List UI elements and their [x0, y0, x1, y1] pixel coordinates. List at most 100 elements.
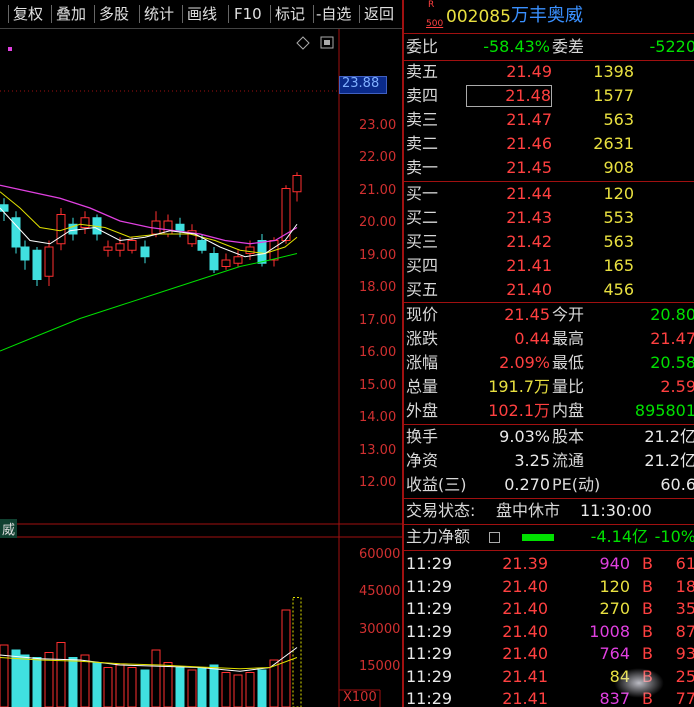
bid-level-label: 买一	[406, 184, 439, 203]
price-tick: 14.00	[359, 410, 397, 425]
ask-price[interactable]: 21.48	[466, 85, 552, 107]
tick-count: 61	[675, 554, 694, 573]
bid-price[interactable]: 21.41	[466, 256, 552, 276]
candle-body	[292, 175, 302, 193]
tick-volume: 120	[599, 576, 630, 596]
main-force-bar	[522, 534, 554, 541]
ask-volume: 563	[603, 110, 634, 129]
ask-volume: 1398	[593, 62, 634, 81]
toolbar-button-multi-stock[interactable]: 多股	[99, 3, 129, 25]
ask-price[interactable]: 21.47	[466, 110, 552, 130]
ma10-line	[0, 191, 298, 255]
quote-panel: R 500 002085 万丰奥威 委比 -58.43% 委差 -5220 卖五…	[402, 0, 694, 707]
candle-body	[80, 217, 90, 228]
quote-value: 20.58	[650, 353, 694, 372]
toolbar-separator	[228, 5, 229, 23]
tick-count: 93	[675, 644, 694, 663]
chart-toolbar: 复权 叠加 多股 统计 画线 F10 标记 -自选 返回	[0, 0, 402, 29]
volume-tick: 30000	[359, 622, 401, 637]
volume-bar	[257, 669, 267, 707]
divider	[404, 524, 694, 525]
tick-volume: 1008	[589, 621, 630, 641]
toolbar-button-statistics[interactable]: 统计	[144, 3, 174, 25]
toolbar-button-back[interactable]: 返回	[364, 3, 394, 25]
candle-body	[0, 204, 9, 212]
tick-side: B	[642, 554, 653, 573]
fundamental-value: 9.03%	[499, 427, 550, 446]
volume-bar	[115, 664, 125, 707]
bid-level-label: 买五	[406, 280, 439, 299]
candle-body	[115, 243, 125, 251]
quote-value: 895801	[634, 401, 694, 420]
divider	[404, 498, 694, 499]
ask-level-label: 卖二	[406, 134, 439, 153]
toolbar-button-f10[interactable]: F10	[234, 3, 262, 25]
ask-volume: 1577	[593, 86, 634, 105]
volume-bar	[56, 642, 66, 707]
diamond-icon[interactable]	[296, 36, 310, 50]
stock-name-tab[interactable]: 威	[0, 519, 18, 538]
kline-chart[interactable]	[0, 29, 402, 707]
divider	[404, 33, 694, 34]
quote-value: 21.47	[650, 329, 694, 348]
ask-price[interactable]: 21.46	[466, 134, 552, 154]
tick-price: 21.40	[502, 644, 548, 663]
volume-bar	[68, 657, 78, 707]
bid-price[interactable]: 21.40	[466, 280, 552, 300]
margin-badge-r: R	[428, 0, 435, 10]
toolbar-button-overlay[interactable]: 叠加	[56, 3, 86, 25]
commission-diff-label: 委差	[552, 37, 585, 56]
quote-label: 量比	[552, 377, 585, 396]
trade-status-time: 11:30:00	[580, 501, 652, 520]
bid-volume: 456	[603, 280, 634, 299]
price-tick: 23.00	[359, 118, 397, 133]
list-icon[interactable]	[489, 532, 500, 543]
tick-time: 11:29	[406, 621, 453, 641]
quote-label: 现价	[406, 305, 439, 324]
bid-price[interactable]: 21.44	[466, 184, 552, 204]
ask-level-label: 卖五	[406, 62, 439, 81]
tick-volume: 270	[599, 599, 630, 618]
tick-side: B	[642, 644, 653, 663]
divider	[404, 60, 694, 61]
quote-value: 191.7万	[488, 377, 550, 396]
volume-bar	[197, 667, 207, 707]
volume-bar	[221, 672, 231, 707]
volume-bar	[140, 669, 150, 707]
tick-count: 87	[675, 621, 694, 641]
ask-volume: 908	[603, 158, 634, 177]
tick-price: 21.39	[502, 554, 548, 573]
bid-price[interactable]: 21.42	[466, 232, 552, 252]
toolbar-separator	[313, 5, 314, 23]
candle-body	[103, 246, 113, 251]
main-force-label: 主力净额	[406, 527, 471, 546]
ask-price[interactable]: 21.49	[466, 62, 552, 82]
volume-unit: X100	[343, 690, 377, 705]
tick-volume: 764	[599, 644, 630, 663]
tick-side: B	[642, 621, 653, 641]
candle-body	[20, 246, 30, 261]
tick-count: 77	[675, 689, 694, 707]
index-badge: 500	[426, 19, 444, 29]
price-tick: 20.00	[359, 215, 397, 230]
fundamental-value: 60.6	[660, 475, 694, 494]
toolbar-button-draw-line[interactable]: 画线	[187, 3, 217, 25]
bid-price[interactable]: 21.43	[466, 208, 552, 228]
toolbar-separator	[51, 5, 52, 23]
fundamental-label: 净资	[406, 451, 439, 470]
volume-tick: 60000	[359, 547, 401, 562]
price-tick: 19.00	[359, 248, 397, 263]
toolbar-button-add-watchlist[interactable]: -自选	[316, 3, 351, 25]
toolbar-button-mark[interactable]: 标记	[275, 3, 305, 25]
tick-time: 11:29	[406, 644, 453, 663]
fundamental-label: 收益(三)	[406, 475, 467, 494]
divider	[404, 181, 694, 182]
toolbar-button-fuquan[interactable]: 复权	[13, 3, 43, 25]
ask-price[interactable]: 21.45	[466, 158, 552, 178]
fundamental-value: 3.25	[514, 451, 550, 470]
overlay-blob	[614, 668, 664, 698]
fundamental-label: 流通	[552, 451, 585, 470]
volume-tick: 45000	[359, 584, 401, 599]
fundamental-label: PE(动)	[552, 475, 601, 494]
candle-body	[233, 256, 243, 264]
